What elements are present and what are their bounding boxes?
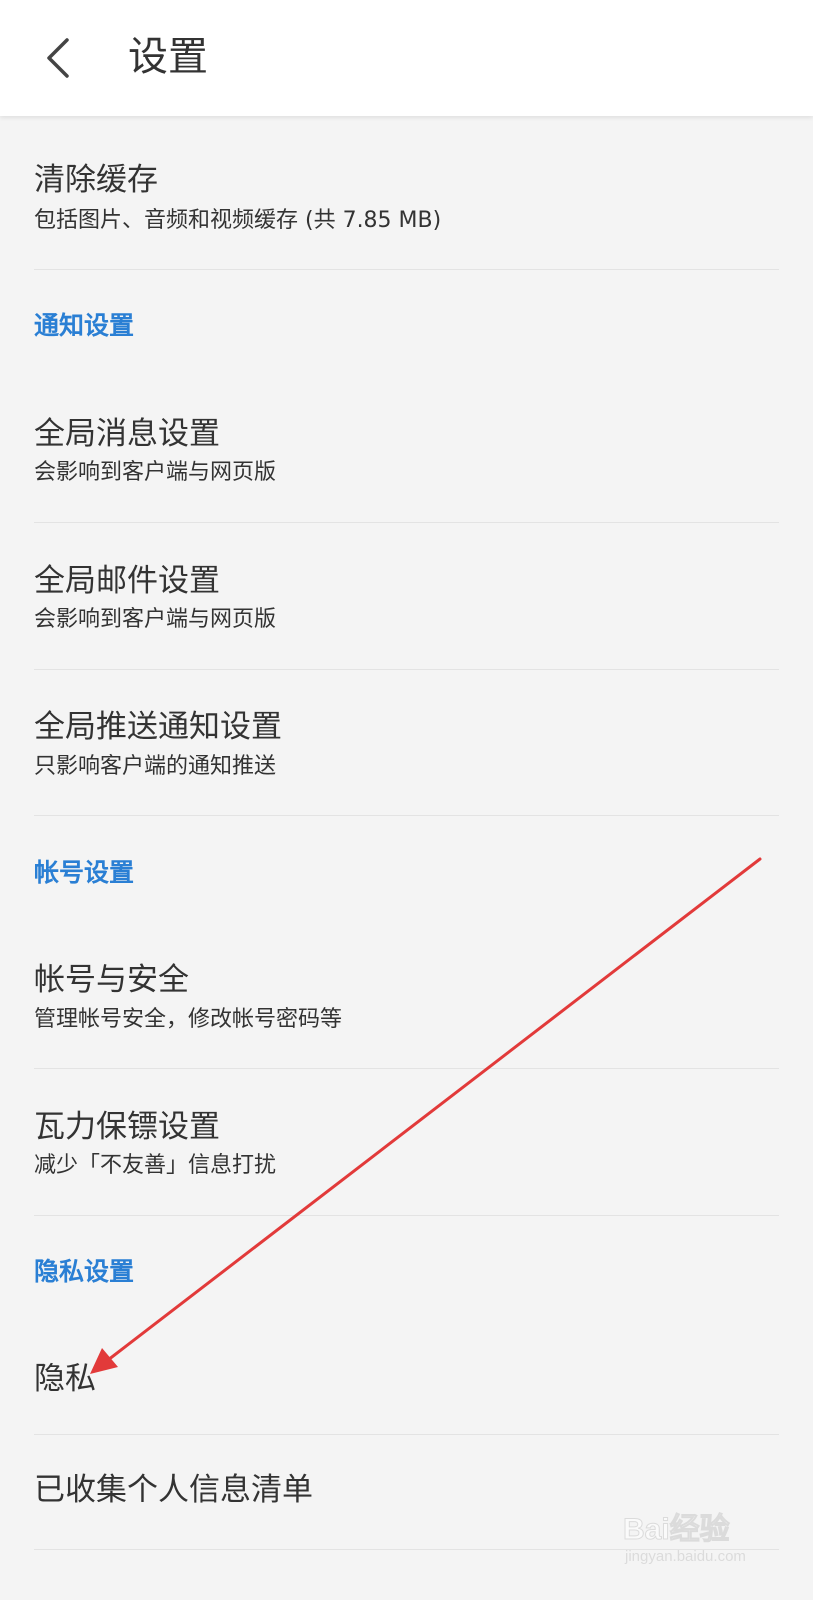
divider — [34, 522, 779, 523]
section-header-notification: 通知设置 — [34, 311, 135, 340]
collected-info-list-item[interactable]: 已收集个人信息清单 — [34, 1455, 779, 1550]
global-push-settings-title: 全局推送通知设置 — [34, 709, 282, 745]
divider — [34, 1215, 779, 1216]
wali-guard-settings-title: 瓦力保镖设置 — [34, 1109, 220, 1145]
global-push-settings-subtitle: 只影响客户端的通知推送 — [34, 754, 277, 779]
global-message-settings-item[interactable]: 全局消息设置 会影响到客户端与网页版 — [34, 414, 779, 524]
global-push-settings-item[interactable]: 全局推送通知设置 只影响客户端的通知推送 — [34, 707, 779, 817]
watermark-url: jingyan.baidu.com — [625, 1548, 746, 1565]
divider — [34, 1068, 779, 1069]
back-button[interactable] — [26, 24, 90, 92]
clear-cache-item[interactable]: 清除缓存 包括图片、音频和视频缓存 (共 7.85 MB) — [34, 160, 779, 270]
divider — [34, 669, 779, 670]
page-title: 设置 — [128, 34, 208, 80]
privacy-item[interactable]: 隐私 — [34, 1340, 779, 1435]
section-header-privacy: 隐私设置 — [34, 1257, 135, 1286]
clear-cache-subtitle: 包括图片、音频和视频缓存 (共 7.85 MB) — [34, 208, 442, 233]
section-header-account: 帐号设置 — [34, 858, 135, 887]
divider — [34, 1549, 779, 1550]
global-message-settings-subtitle: 会影响到客户端与网页版 — [34, 460, 277, 485]
top-bar: 设置 — [0, 0, 813, 116]
collected-info-list-title: 已收集个人信息清单 — [34, 1472, 313, 1508]
global-message-settings-title: 全局消息设置 — [34, 416, 220, 452]
privacy-title: 隐私 — [34, 1361, 96, 1397]
wali-guard-settings-subtitle: 减少「不友善」信息打扰 — [34, 1153, 277, 1178]
clear-cache-title: 清除缓存 — [34, 162, 158, 198]
account-security-title: 帐号与安全 — [34, 962, 189, 998]
wali-guard-settings-item[interactable]: 瓦力保镖设置 减少「不友善」信息打扰 — [34, 1107, 779, 1217]
global-mail-settings-item[interactable]: 全局邮件设置 会影响到客户端与网页版 — [34, 561, 779, 671]
global-mail-settings-title: 全局邮件设置 — [34, 563, 220, 599]
divider — [34, 1434, 779, 1435]
divider — [34, 815, 779, 816]
divider — [34, 269, 779, 270]
chevron-left-icon — [47, 38, 69, 78]
account-security-subtitle: 管理帐号安全，修改帐号密码等 — [34, 1007, 343, 1032]
global-mail-settings-subtitle: 会影响到客户端与网页版 — [34, 607, 277, 632]
account-security-item[interactable]: 帐号与安全 管理帐号安全，修改帐号密码等 — [34, 960, 779, 1070]
